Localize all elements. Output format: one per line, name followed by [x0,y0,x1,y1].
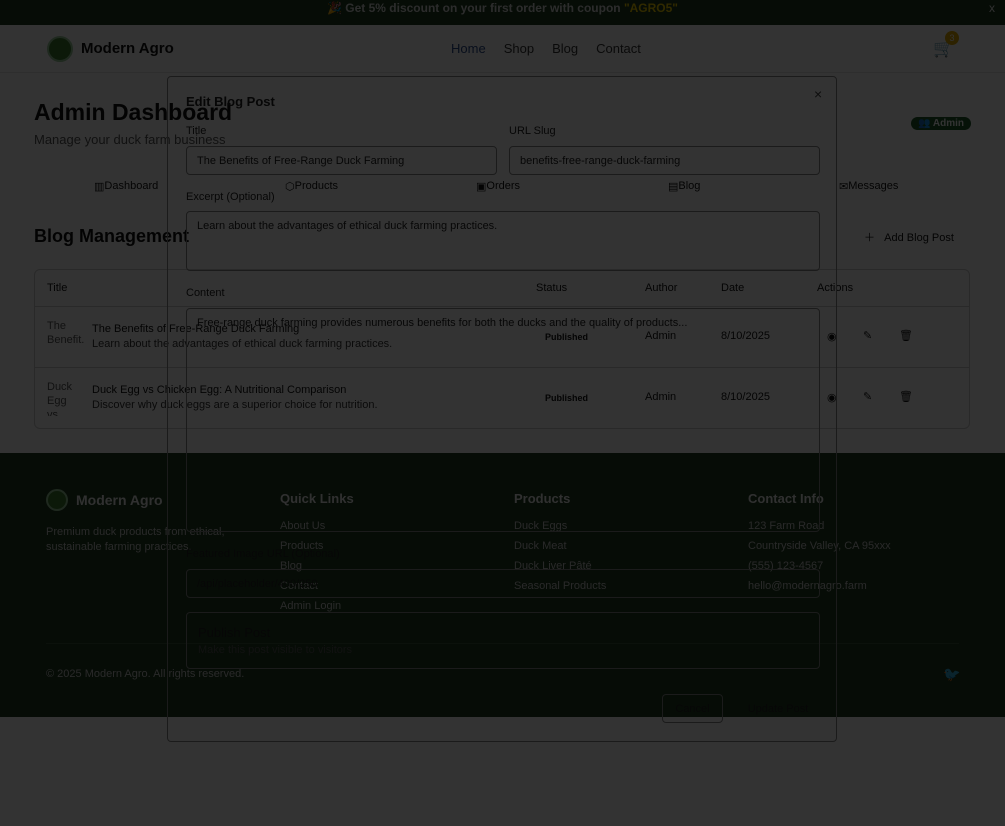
cart-button[interactable]: 🛒 3 [933,31,959,59]
tab-dashboard[interactable]: ▥ Dashboard [94,180,158,193]
slug-input[interactable]: benefits-free-range-duck-farming [509,146,820,175]
close-banner-button[interactable]: x [989,0,995,17]
content-textarea[interactable]: Free-range duck farming provides numerou… [186,308,820,532]
delete-icon[interactable]: 🗑 [899,329,913,342]
nav-contact[interactable]: Contact [596,41,641,56]
update-post-button[interactable]: Update Post [736,694,820,723]
cart-count: 3 [945,31,959,45]
edit-icon[interactable]: ✎ [863,390,872,403]
excerpt-textarea[interactable]: Learn about the advantages of ethical du… [186,211,820,271]
brand-logo[interactable]: Modern Agro [47,35,174,62]
delete-icon[interactable]: 🗑 [899,390,913,403]
add-blog-post-button[interactable]: ＋ Add Blog Post [864,229,954,245]
nav-blog[interactable]: Blog [552,41,578,56]
modal-title: Edit Blog Post [186,94,275,109]
cancel-button[interactable]: Cancel [662,694,723,723]
logo-icon [46,489,68,511]
post-thumbnail: The Benefit... [47,320,85,346]
twitter-icon[interactable]: 🐦 [943,666,960,683]
title-input[interactable]: The Benefits of Free-Range Duck Farming [186,146,497,175]
logo-icon [47,35,73,62]
coupon-code: "AGRO5" [623,1,678,15]
promo-banner: 🎉 Get 5% discount on your first order wi… [0,0,1005,25]
section-title: Blog Management [34,226,190,246]
publish-toggle-card[interactable]: Publish Post Make this post visible to v… [186,612,820,669]
edit-icon[interactable]: ✎ [863,329,872,342]
plus-icon: ＋ [864,232,885,244]
tab-messages[interactable]: ✉ Messages [839,180,898,193]
role-badge: 👥 Admin [911,117,971,130]
users-icon: 👥 [918,118,933,129]
nav-home[interactable]: Home [451,41,486,56]
post-thumbnail: Duck Egg vs... [47,381,73,416]
close-icon[interactable]: × [814,86,822,102]
navbar: Modern Agro Home Shop Blog Contact 🛒 3 [0,25,1005,73]
image-url-input[interactable]: /api/placeholder/400/250 [186,569,820,598]
nav-shop[interactable]: Shop [504,41,534,56]
edit-blog-post-modal: Edit Blog Post × Title The Benefits of F… [167,76,837,742]
